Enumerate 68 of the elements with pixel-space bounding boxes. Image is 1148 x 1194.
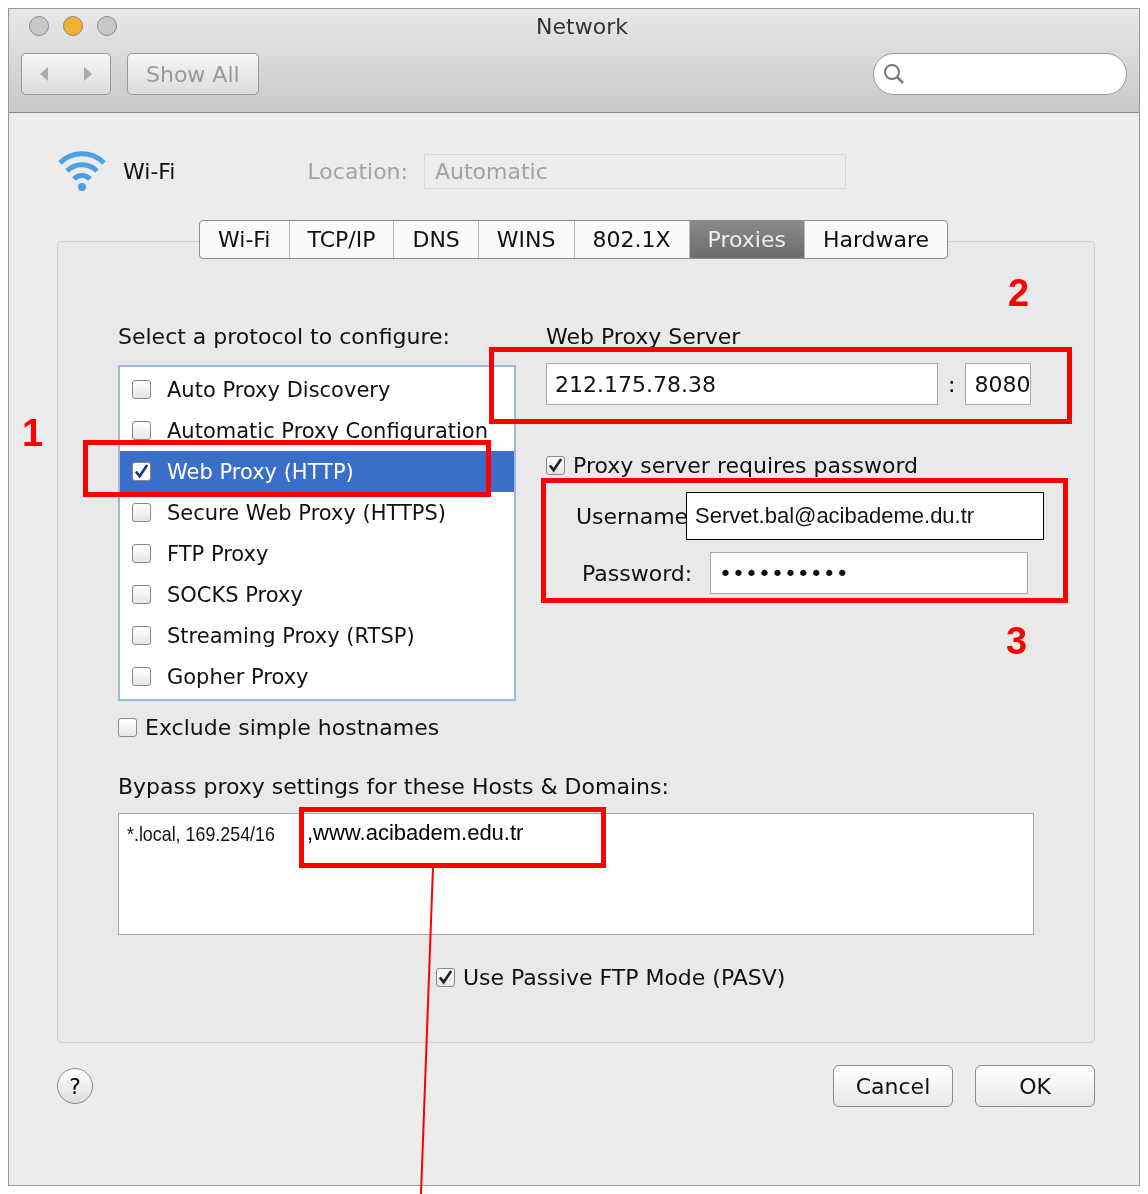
tab[interactable]: WINS [477, 221, 574, 258]
checkbox[interactable] [132, 421, 151, 440]
separator-colon: : [948, 371, 956, 397]
protocol-item[interactable]: FTP Proxy [120, 533, 514, 574]
protocol-label: Automatic Proxy Configuration [167, 418, 488, 443]
checkbox[interactable] [118, 718, 137, 737]
username-label: Username [576, 503, 686, 529]
username-field[interactable]: Servet.bal@acibademe.du.tr [686, 492, 1044, 540]
protocol-item[interactable]: Web Proxy (HTTP) [120, 451, 514, 492]
section-label: Bypass proxy settings for these Hosts & Domains: [118, 774, 670, 799]
checkbox[interactable] [132, 380, 151, 399]
annotation-number: 3 [1006, 620, 1028, 663]
checkbox[interactable] [132, 667, 151, 686]
protocol-label: Gopher Proxy [167, 664, 309, 689]
search-icon [882, 62, 906, 86]
minimize-button[interactable] [63, 16, 83, 36]
tab[interactable]: TCP/IP [288, 221, 394, 258]
checkbox[interactable] [132, 503, 151, 522]
tab[interactable]: Hardware [803, 221, 948, 258]
annotation-number: 2 [1008, 272, 1030, 315]
protocol-label: Web Proxy (HTTP) [167, 459, 354, 484]
checkbox-label: Use Passive FTP Mode (PASV) [463, 965, 786, 990]
bypass-field[interactable]: *.local, 169.254/16 ,www.acibadem.edu.tr [118, 813, 1034, 935]
tab[interactable]: Proxies [688, 221, 804, 258]
protocol-label: SOCKS Proxy [167, 582, 303, 607]
protocol-label: Streaming Proxy (RTSP) [167, 623, 415, 648]
location-label: Location: [307, 158, 408, 184]
back-forward-control[interactable] [21, 53, 111, 95]
protocol-item[interactable]: Automatic Proxy Configuration [120, 410, 514, 451]
help-button[interactable]: ? [57, 1068, 93, 1104]
protocol-item[interactable]: Auto Proxy Discovery [120, 369, 514, 410]
protocol-label: Auto Proxy Discovery [167, 377, 391, 402]
location-field: Automatic [423, 153, 846, 189]
back-arrow-icon[interactable] [38, 66, 50, 82]
search-field[interactable] [873, 53, 1127, 95]
tab[interactable]: Wi-Fi [200, 221, 289, 258]
protocol-label: Secure Web Proxy (HTTPS) [167, 500, 446, 525]
section-label: Web Proxy Server [546, 324, 742, 349]
protocol-item[interactable]: SOCKS Proxy [120, 574, 514, 615]
added-domain-text: ,www.acibadem.edu.tr [306, 820, 524, 846]
password-label: Password: [582, 560, 694, 586]
password-field[interactable]: •••••••••• [710, 552, 1028, 594]
window-title: Network [536, 13, 628, 39]
protocol-item[interactable]: Secure Web Proxy (HTTPS) [120, 492, 514, 533]
ok-button[interactable]: OK [975, 1065, 1095, 1107]
section-label: Select a protocol to configure: [118, 324, 451, 349]
protocol-item[interactable]: Gopher Proxy [120, 656, 514, 697]
tab[interactable]: 802.1X [573, 221, 689, 258]
checkbox[interactable] [132, 585, 151, 604]
checkbox[interactable] [132, 626, 151, 645]
interface-name: Wi-Fi [123, 158, 176, 184]
tab[interactable]: DNS [393, 221, 478, 258]
port-field[interactable]: 8080 [965, 363, 1032, 405]
checkbox[interactable] [132, 544, 151, 563]
forward-arrow-icon[interactable] [82, 66, 94, 82]
host-field[interactable]: 212.175.78.38 [546, 363, 938, 405]
zoom-button[interactable] [97, 16, 117, 36]
bypass-text: *.local, 169.254/16 [127, 822, 275, 846]
checkbox[interactable] [132, 462, 151, 481]
checkbox-label: Proxy server requires password [573, 453, 918, 478]
cancel-button[interactable]: Cancel [833, 1065, 953, 1107]
checkbox[interactable] [546, 456, 565, 475]
protocol-item[interactable]: Streaming Proxy (RTSP) [120, 615, 514, 656]
checkbox-label: Exclude simple hostnames [145, 715, 440, 740]
checkbox[interactable] [436, 968, 455, 987]
annotation-number: 1 [22, 412, 44, 455]
close-button[interactable] [29, 16, 49, 36]
protocol-label: FTP Proxy [167, 541, 269, 566]
